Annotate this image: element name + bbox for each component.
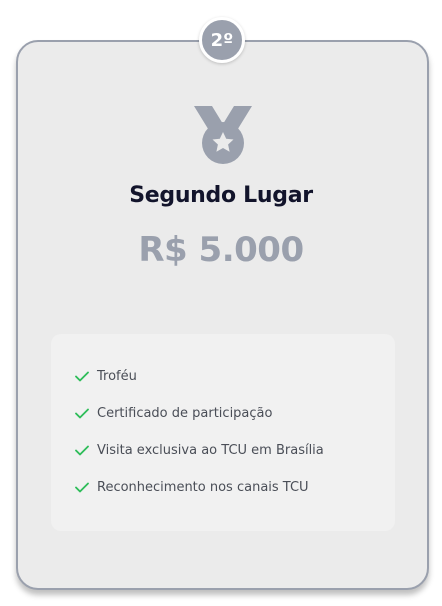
benefits-list: Troféu Certificado de participação Visit… [51,334,395,531]
check-icon [75,408,89,419]
check-icon [75,482,89,493]
medal-icon [194,106,252,164]
benefit-label: Troféu [97,369,137,384]
benefit-label: Visita exclusiva ao TCU em Brasília [97,443,324,458]
list-item: Reconhecimento nos canais TCU [51,469,395,506]
check-icon [75,371,89,382]
list-item: Visita exclusiva ao TCU em Brasília [51,432,395,469]
card-title: Segundo Lugar [129,183,313,208]
list-item: Troféu [51,358,395,395]
benefit-label: Reconhecimento nos canais TCU [97,480,309,495]
benefit-label: Certificado de participação [97,406,273,421]
check-icon [75,445,89,456]
rank-badge: 2º [199,17,245,63]
list-item: Certificado de participação [51,395,395,432]
prize-amount: R$ 5.000 [138,230,304,270]
